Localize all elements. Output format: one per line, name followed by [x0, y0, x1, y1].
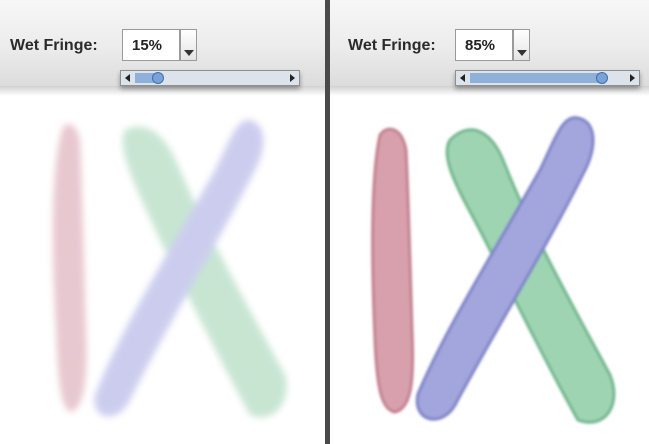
arrow-left-icon[interactable]	[125, 74, 130, 82]
slider-fill	[470, 73, 602, 83]
wet-fringe-label: Wet Fringe:	[10, 37, 98, 54]
wet-fringe-slider[interactable]	[455, 70, 640, 86]
arrow-right-icon[interactable]	[290, 74, 295, 82]
arrow-left-icon[interactable]	[460, 74, 465, 82]
wet-fringe-value: 15%	[132, 37, 163, 54]
red-stroke	[371, 127, 415, 414]
green-stroke	[122, 126, 287, 418]
wet-fringe-slider[interactable]	[120, 70, 300, 86]
wet-fringe-label: Wet Fringe:	[348, 37, 436, 54]
wet-fringe-dropdown-button[interactable]	[180, 29, 197, 61]
arrow-right-icon[interactable]	[630, 74, 635, 82]
panel-wet-fringe-15: Wet Fringe: 15%	[0, 0, 325, 444]
slider-track[interactable]	[135, 72, 285, 84]
slider-track[interactable]	[470, 72, 625, 84]
panel-wet-fringe-85: Wet Fringe: 85%	[330, 0, 649, 444]
chevron-down-icon	[517, 50, 527, 56]
red-stroke	[52, 124, 87, 412]
slider-thumb-icon[interactable]	[595, 72, 608, 84]
chevron-down-icon	[184, 50, 194, 56]
wet-fringe-value: 85%	[465, 37, 496, 54]
wet-fringe-value-field[interactable]: 15%	[122, 29, 180, 61]
toolbar-shadow	[330, 86, 649, 96]
wet-fringe-value-field[interactable]: 85%	[455, 29, 513, 61]
wet-fringe-dropdown-button[interactable]	[513, 29, 530, 61]
slider-thumb-icon[interactable]	[151, 72, 164, 84]
toolbar-shadow	[0, 86, 325, 96]
green-stroke	[445, 128, 616, 424]
